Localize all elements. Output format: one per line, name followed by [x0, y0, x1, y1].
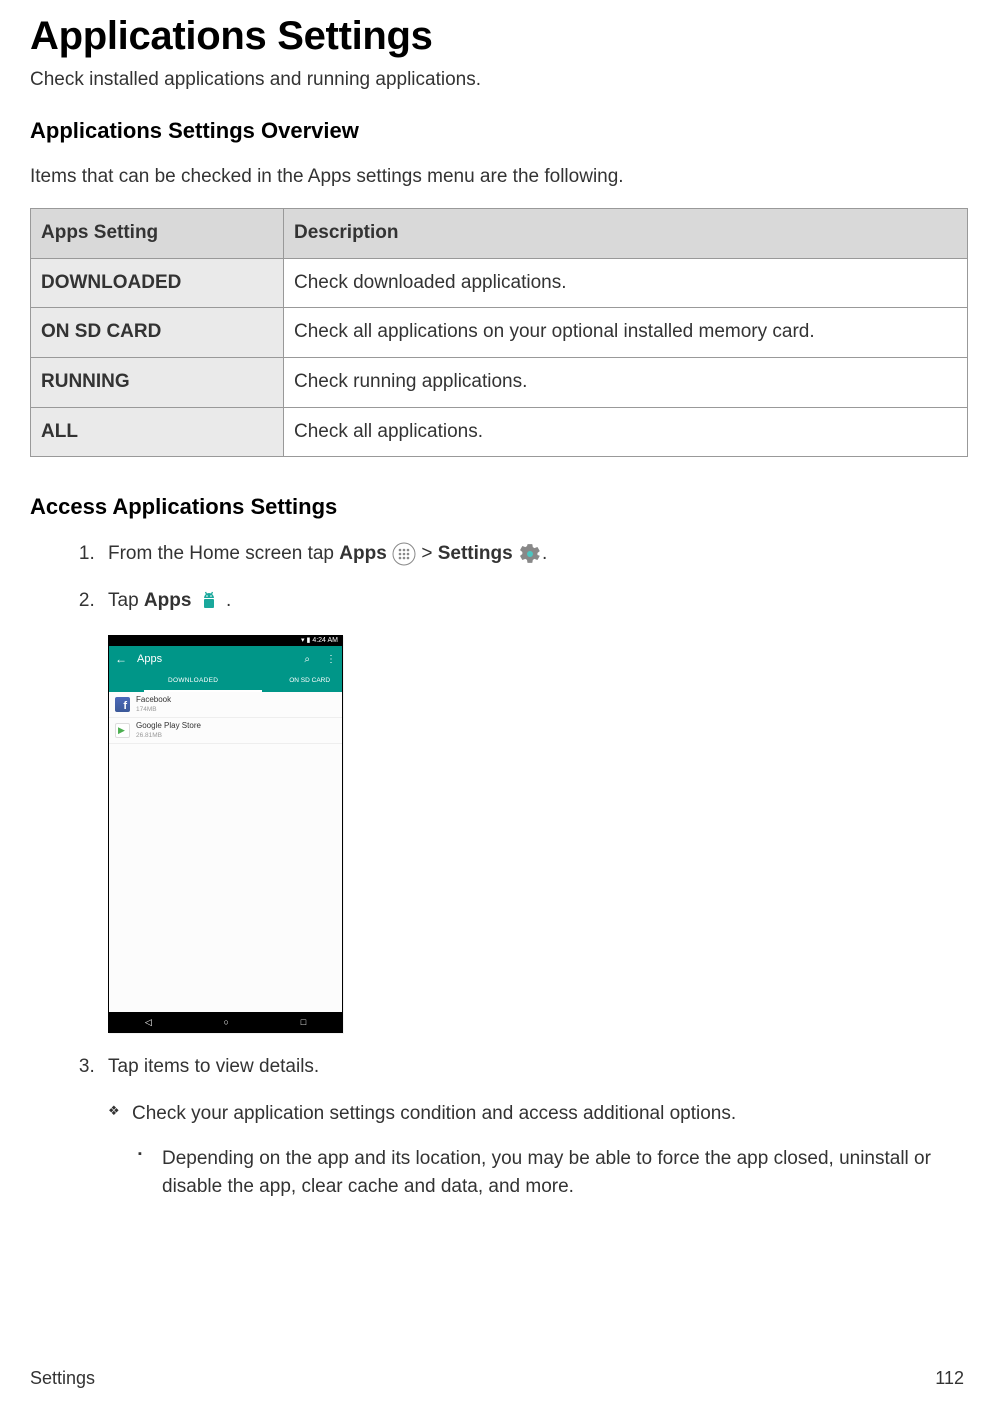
cell-desc: Check all applications.	[283, 407, 967, 457]
steps-list-continued: Tap items to view details.	[78, 1055, 968, 1080]
cell-setting: DOWNLOADED	[31, 258, 284, 308]
table-row: DOWNLOADED Check downloaded applications…	[31, 258, 968, 308]
step-1: From the Home screen tap Apps > Settings…	[100, 542, 968, 567]
overview-lead: Items that can be checked in the Apps se…	[30, 165, 968, 190]
nav-bar: ◁ ○ □	[109, 1012, 342, 1032]
step-bold: Apps	[144, 590, 192, 611]
wifi-icon: ▾ ▮	[301, 637, 310, 644]
status-time: 4:24 AM	[312, 637, 338, 644]
page-subtitle: Check installed applications and running…	[30, 68, 968, 93]
overview-heading: Applications Settings Overview	[30, 117, 968, 146]
step-text: >	[416, 543, 438, 564]
step-bold: Apps	[339, 543, 387, 564]
step-3: Tap items to view details.	[100, 1055, 968, 1080]
settings-table: Apps Setting Description DOWNLOADED Chec…	[30, 208, 968, 457]
footer-page-number: 112	[935, 1367, 964, 1390]
facebook-icon	[115, 697, 130, 712]
step-bold: Settings	[438, 543, 513, 564]
note-sub-item: Depending on the app and its location, y…	[138, 1145, 968, 1202]
access-heading: Access Applications Settings	[30, 493, 968, 522]
cell-setting: ALL	[31, 407, 284, 457]
step-text: .	[542, 543, 547, 564]
app-name: Google Play Store	[136, 721, 201, 731]
nav-home-icon[interactable]: ○	[224, 1017, 229, 1029]
app-name: Facebook	[136, 695, 171, 705]
step-2: Tap Apps .	[100, 589, 968, 614]
tab-downloaded[interactable]: DOWNLOADED	[109, 677, 277, 685]
page-footer: Settings 112	[30, 1367, 964, 1390]
overflow-menu-icon[interactable]: ⋮	[326, 653, 336, 666]
square-bullet-list: Depending on the app and its location, y…	[138, 1145, 968, 1202]
step-text: Tap	[108, 590, 144, 611]
playstore-icon	[115, 723, 130, 738]
device-screenshot: ▾ ▮ 4:24 AM ← Apps ⌕ ⋮ DOWNLOADED ON SD …	[108, 635, 343, 1033]
cell-desc: Check all applications on your optional …	[283, 308, 967, 358]
nav-recent-icon[interactable]: □	[301, 1017, 306, 1029]
steps-list: From the Home screen tap Apps > Settings…	[78, 542, 968, 613]
app-size: 26.81MB	[136, 732, 201, 740]
cell-setting: ON SD CARD	[31, 308, 284, 358]
tab-bar: DOWNLOADED ON SD CARD	[109, 672, 342, 690]
back-arrow-icon[interactable]: ←	[115, 652, 127, 668]
th-setting: Apps Setting	[31, 208, 284, 258]
cell-desc: Check downloaded applications.	[283, 258, 967, 308]
tab-indicator	[109, 690, 342, 692]
table-row: ON SD CARD Check all applications on you…	[31, 308, 968, 358]
step-text: From the Home screen tap	[108, 543, 339, 564]
settings-icon	[518, 542, 542, 566]
footer-section: Settings	[30, 1367, 95, 1390]
step-text: .	[221, 590, 232, 611]
app-row-playstore[interactable]: Google Play Store 26.81MB	[109, 718, 342, 744]
status-bar: ▾ ▮ 4:24 AM	[109, 636, 342, 646]
app-size: 174MB	[136, 706, 171, 714]
diamond-bullet-list: Check your application settings conditio…	[108, 1102, 968, 1127]
search-icon[interactable]: ⌕	[304, 653, 310, 666]
apps-icon	[392, 542, 416, 566]
cell-desc: Check running applications.	[283, 358, 967, 408]
note-item: Check your application settings conditio…	[108, 1102, 968, 1127]
android-apps-icon	[197, 589, 221, 613]
app-row-facebook[interactable]: Facebook 174MB	[109, 692, 342, 718]
app-header-title: Apps	[137, 652, 288, 666]
tab-on-sd-card[interactable]: ON SD CARD	[277, 677, 342, 685]
app-header: ← Apps ⌕ ⋮	[109, 646, 342, 672]
page-title: Applications Settings	[30, 10, 968, 62]
cell-setting: RUNNING	[31, 358, 284, 408]
table-row: ALL Check all applications.	[31, 407, 968, 457]
nav-back-icon[interactable]: ◁	[145, 1017, 152, 1029]
table-row: RUNNING Check running applications.	[31, 358, 968, 408]
th-description: Description	[283, 208, 967, 258]
